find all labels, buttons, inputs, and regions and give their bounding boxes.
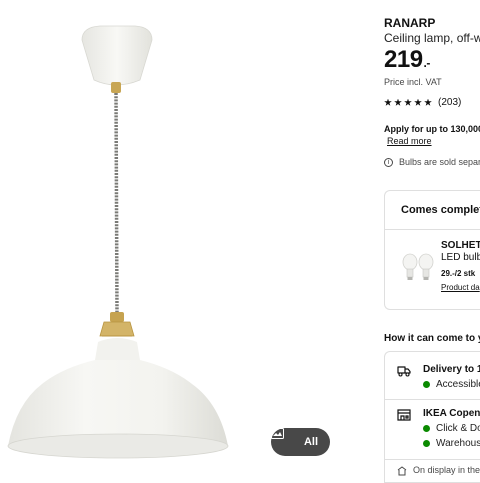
on-display-note: On display in the c: [413, 465, 480, 475]
delivery-status: Accessible: [423, 379, 480, 390]
product-brand: RANARP: [384, 16, 436, 30]
financing-text: Apply for up to 130,000.-: [384, 124, 480, 134]
status-dot-icon: [423, 439, 430, 447]
divider: [385, 399, 480, 400]
led-bulb-image[interactable]: [401, 253, 435, 283]
star-icon: [414, 98, 422, 106]
accessory-description: LED bulb: [441, 252, 480, 263]
rating-stars: [384, 98, 432, 107]
click-collect-text: Click & Do: [436, 423, 480, 434]
accessory-details-link[interactable]: Product da: [441, 283, 480, 292]
view-all-label: All: [303, 436, 319, 448]
star-icon: [424, 98, 432, 106]
product-image-gallery: All: [0, 0, 375, 480]
warehouse-status: Warehous: [423, 438, 480, 449]
availability-card: Delivery to 1 Accessible IKEA Copenh Cli…: [384, 351, 480, 483]
comes-complete-card: Comes complete SOLHETT LED bulb 29.-/2 s…: [384, 190, 480, 310]
bulbs-sold-separately-note: i Bulbs are sold separa: [384, 157, 480, 167]
star-icon: [384, 98, 392, 106]
rating-row[interactable]: (203): [384, 97, 461, 108]
store-option[interactable]: IKEA Copenh: [423, 408, 480, 419]
availability-heading: How it can come to y: [384, 333, 480, 344]
star-icon: [394, 98, 402, 106]
product-description: Ceiling lamp, off-wh: [384, 31, 480, 45]
product-info-panel: RANARP Ceiling lamp, off-wh 219.- Price …: [384, 0, 480, 483]
price-suffix: .-: [423, 56, 431, 70]
store-icon: [397, 409, 411, 421]
comes-complete-heading: Comes complete: [401, 204, 480, 216]
rating-count: (203): [438, 97, 462, 108]
status-dot-icon: [423, 380, 430, 388]
view-all-images-button[interactable]: All: [271, 428, 330, 456]
star-icon: [404, 98, 412, 106]
delivery-status-text: Accessible: [436, 379, 480, 390]
warehouse-text: Warehous: [436, 438, 480, 449]
display-icon: [397, 466, 407, 476]
vat-note: Price incl. VAT: [384, 77, 442, 87]
divider: [385, 459, 480, 460]
divider: [385, 229, 480, 230]
truck-icon: [397, 366, 411, 377]
info-icon: i: [384, 157, 393, 167]
accessory-price: 29.-/2 stk: [441, 269, 476, 278]
ceiling-lamp-image: [7, 25, 229, 459]
read-more-link[interactable]: Read more: [387, 136, 432, 146]
price-main: 219: [384, 46, 423, 73]
click-collect-status: Click & Do: [423, 423, 480, 434]
bulbs-note-text: Bulbs are sold separa: [399, 157, 480, 167]
product-price: 219.-: [384, 46, 430, 74]
delivery-option[interactable]: Delivery to 1: [423, 364, 480, 375]
status-dot-icon: [423, 424, 430, 432]
gallery-icon: [271, 428, 296, 448]
accessory-name: SOLHETT: [441, 240, 480, 251]
